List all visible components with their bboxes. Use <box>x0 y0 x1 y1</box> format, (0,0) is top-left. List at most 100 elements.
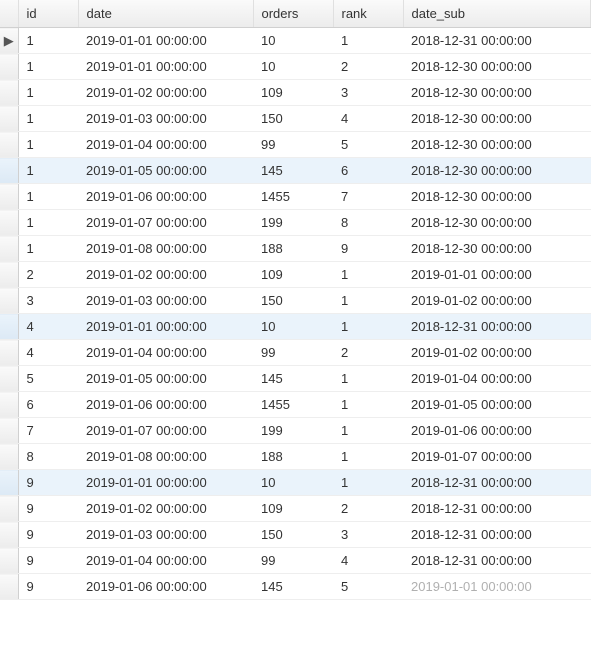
cell-rank[interactable]: 1 <box>333 366 403 392</box>
cell-id[interactable]: 3 <box>18 288 78 314</box>
cell-rank[interactable]: 3 <box>333 522 403 548</box>
cell-rank[interactable]: 1 <box>333 288 403 314</box>
col-header-id[interactable]: id <box>18 0 78 28</box>
cell-rank[interactable]: 4 <box>333 548 403 574</box>
table-row[interactable]: 12019-01-02 00:00:0010932018-12-30 00:00… <box>0 80 591 106</box>
col-header-orders[interactable]: orders <box>253 0 333 28</box>
cell-rank[interactable]: 2 <box>333 54 403 80</box>
cell-date[interactable]: 2019-01-08 00:00:00 <box>78 444 253 470</box>
cell-orders[interactable]: 145 <box>253 574 333 600</box>
cell-rank[interactable]: 1 <box>333 28 403 54</box>
cell-rank[interactable]: 5 <box>333 132 403 158</box>
cell-date_sub[interactable]: 2018-12-31 00:00:00 <box>403 496 591 522</box>
table-row[interactable]: 12019-01-03 00:00:0015042018-12-30 00:00… <box>0 106 591 132</box>
cell-date_sub[interactable]: 2019-01-05 00:00:00 <box>403 392 591 418</box>
table-row[interactable]: 42019-01-01 00:00:001012018-12-31 00:00:… <box>0 314 591 340</box>
cell-orders[interactable]: 150 <box>253 106 333 132</box>
cell-date[interactable]: 2019-01-05 00:00:00 <box>78 158 253 184</box>
table-row[interactable]: 12019-01-08 00:00:0018892018-12-30 00:00… <box>0 236 591 262</box>
cell-id[interactable]: 5 <box>18 366 78 392</box>
cell-date[interactable]: 2019-01-04 00:00:00 <box>78 132 253 158</box>
cell-orders[interactable]: 10 <box>253 28 333 54</box>
cell-orders[interactable]: 199 <box>253 210 333 236</box>
cell-id[interactable]: 9 <box>18 496 78 522</box>
cell-orders[interactable]: 150 <box>253 522 333 548</box>
cell-date[interactable]: 2019-01-07 00:00:00 <box>78 418 253 444</box>
cell-id[interactable]: 1 <box>18 184 78 210</box>
cell-id[interactable]: 4 <box>18 340 78 366</box>
cell-rank[interactable]: 1 <box>333 314 403 340</box>
cell-rank[interactable]: 1 <box>333 392 403 418</box>
cell-orders[interactable]: 10 <box>253 470 333 496</box>
cell-rank[interactable]: 2 <box>333 340 403 366</box>
cell-date[interactable]: 2019-01-01 00:00:00 <box>78 470 253 496</box>
table-row[interactable]: 92019-01-04 00:00:009942018-12-31 00:00:… <box>0 548 591 574</box>
table-row[interactable]: ▶12019-01-01 00:00:001012018-12-31 00:00… <box>0 28 591 54</box>
cell-date_sub[interactable]: 2018-12-30 00:00:00 <box>403 54 591 80</box>
cell-orders[interactable]: 150 <box>253 288 333 314</box>
cell-orders[interactable]: 1455 <box>253 392 333 418</box>
table-row[interactable]: 52019-01-05 00:00:0014512019-01-04 00:00… <box>0 366 591 392</box>
cell-orders[interactable]: 1455 <box>253 184 333 210</box>
table-row[interactable]: 62019-01-06 00:00:00145512019-01-05 00:0… <box>0 392 591 418</box>
cell-date[interactable]: 2019-01-06 00:00:00 <box>78 392 253 418</box>
table-row[interactable]: 92019-01-01 00:00:001012018-12-31 00:00:… <box>0 470 591 496</box>
cell-id[interactable]: 1 <box>18 132 78 158</box>
cell-id[interactable]: 1 <box>18 80 78 106</box>
cell-date[interactable]: 2019-01-01 00:00:00 <box>78 54 253 80</box>
cell-date_sub[interactable]: 2019-01-06 00:00:00 <box>403 418 591 444</box>
cell-date[interactable]: 2019-01-01 00:00:00 <box>78 314 253 340</box>
table-row[interactable]: 12019-01-06 00:00:00145572018-12-30 00:0… <box>0 184 591 210</box>
cell-orders[interactable]: 145 <box>253 158 333 184</box>
cell-date_sub[interactable]: 2019-01-01 00:00:00 <box>403 262 591 288</box>
cell-orders[interactable]: 109 <box>253 496 333 522</box>
cell-orders[interactable]: 188 <box>253 236 333 262</box>
cell-date_sub[interactable]: 2018-12-31 00:00:00 <box>403 314 591 340</box>
cell-date_sub[interactable]: 2019-01-02 00:00:00 <box>403 340 591 366</box>
cell-id[interactable]: 1 <box>18 158 78 184</box>
col-header-date-sub[interactable]: date_sub <box>403 0 591 28</box>
cell-date[interactable]: 2019-01-03 00:00:00 <box>78 288 253 314</box>
cell-date_sub[interactable]: 2019-01-02 00:00:00 <box>403 288 591 314</box>
cell-rank[interactable]: 1 <box>333 262 403 288</box>
cell-id[interactable]: 7 <box>18 418 78 444</box>
cell-rank[interactable]: 1 <box>333 470 403 496</box>
cell-id[interactable]: 2 <box>18 262 78 288</box>
cell-orders[interactable]: 188 <box>253 444 333 470</box>
cell-id[interactable]: 9 <box>18 548 78 574</box>
cell-date_sub[interactable]: 2018-12-30 00:00:00 <box>403 184 591 210</box>
cell-id[interactable]: 9 <box>18 574 78 600</box>
cell-date_sub[interactable]: 2018-12-31 00:00:00 <box>403 470 591 496</box>
col-header-rank[interactable]: rank <box>333 0 403 28</box>
cell-id[interactable]: 9 <box>18 470 78 496</box>
table-row[interactable]: 92019-01-03 00:00:0015032018-12-31 00:00… <box>0 522 591 548</box>
cell-id[interactable]: 6 <box>18 392 78 418</box>
cell-id[interactable]: 1 <box>18 54 78 80</box>
table-row[interactable]: 12019-01-05 00:00:0014562018-12-30 00:00… <box>0 158 591 184</box>
cell-date[interactable]: 2019-01-02 00:00:00 <box>78 496 253 522</box>
table-row[interactable]: 22019-01-02 00:00:0010912019-01-01 00:00… <box>0 262 591 288</box>
cell-rank[interactable]: 5 <box>333 574 403 600</box>
table-row[interactable]: 12019-01-07 00:00:0019982018-12-30 00:00… <box>0 210 591 236</box>
cell-orders[interactable]: 10 <box>253 54 333 80</box>
cell-date[interactable]: 2019-01-04 00:00:00 <box>78 548 253 574</box>
cell-id[interactable]: 9 <box>18 522 78 548</box>
cell-date[interactable]: 2019-01-06 00:00:00 <box>78 574 253 600</box>
cell-orders[interactable]: 109 <box>253 262 333 288</box>
cell-rank[interactable]: 9 <box>333 236 403 262</box>
cell-date_sub[interactable]: 2018-12-30 00:00:00 <box>403 106 591 132</box>
cell-rank[interactable]: 2 <box>333 496 403 522</box>
cell-date_sub[interactable]: 2019-01-01 00:00:00 <box>403 574 591 600</box>
cell-date_sub[interactable]: 2018-12-30 00:00:00 <box>403 210 591 236</box>
cell-id[interactable]: 8 <box>18 444 78 470</box>
cell-date[interactable]: 2019-01-01 00:00:00 <box>78 28 253 54</box>
cell-rank[interactable]: 4 <box>333 106 403 132</box>
cell-date_sub[interactable]: 2018-12-30 00:00:00 <box>403 132 591 158</box>
data-grid[interactable]: id date orders rank date_sub ▶12019-01-0… <box>0 0 591 600</box>
cell-id[interactable]: 4 <box>18 314 78 340</box>
table-row[interactable]: 92019-01-02 00:00:0010922018-12-31 00:00… <box>0 496 591 522</box>
cell-rank[interactable]: 1 <box>333 418 403 444</box>
cell-date[interactable]: 2019-01-03 00:00:00 <box>78 106 253 132</box>
cell-id[interactable]: 1 <box>18 210 78 236</box>
table-row[interactable]: 92019-01-06 00:00:0014552019-01-01 00:00… <box>0 574 591 600</box>
